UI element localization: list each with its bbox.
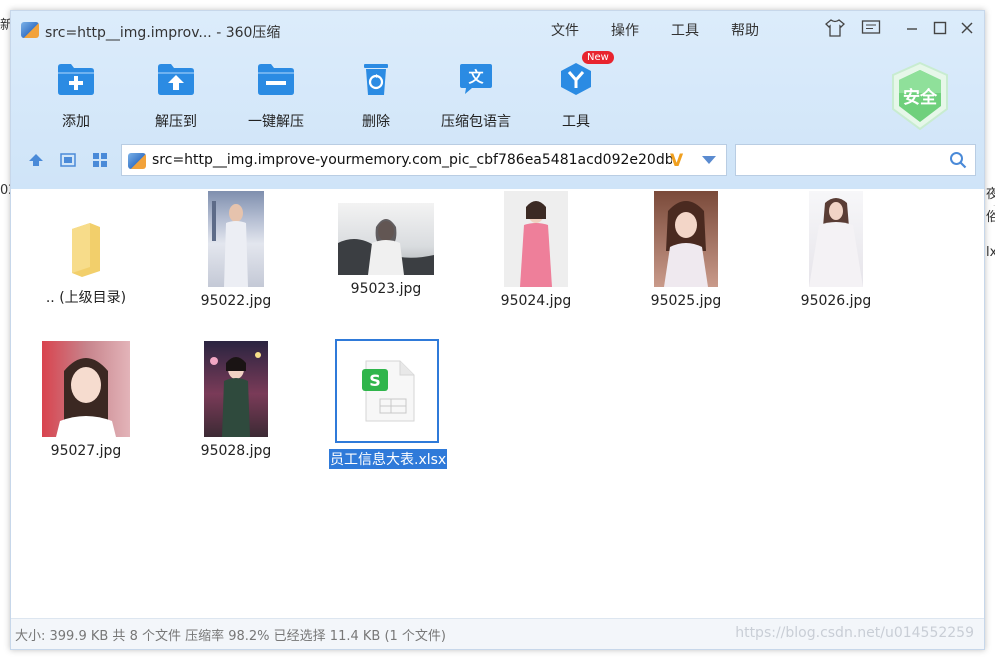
image-thumbnail [338, 203, 434, 275]
image-thumbnail [204, 341, 268, 437]
extract-to-label: 解压到 [155, 114, 197, 130]
archive-language-label: 压缩包语言 [441, 114, 511, 130]
file-item-image[interactable]: 95025.jpg [631, 191, 741, 309]
spreadsheet-file-icon: S [336, 339, 440, 443]
archive-app-icon [21, 22, 39, 38]
menu-file[interactable]: 文件 [551, 20, 579, 40]
file-name: 95025.jpg [650, 293, 722, 309]
image-thumbnail [504, 191, 568, 287]
archive-window: src=http__img.improv... - 360压缩 文件 操作 工具… [10, 10, 985, 650]
file-name: 员工信息大表.xlsx [329, 449, 447, 469]
status-bar: 大小: 399.9 KB 共 8 个文件 压缩率 98.2% 已经选择 11.4… [11, 618, 984, 649]
verified-v-icon: V [670, 151, 684, 171]
navigation-bar: src=http__img.improve-yourmemory.com_pic… [11, 141, 984, 181]
file-name: .. (上级目录) [45, 290, 127, 306]
file-item-image[interactable]: 95026.jpg [781, 191, 891, 309]
file-name: 95022.jpg [200, 293, 272, 309]
file-item-image[interactable]: 95023.jpg [331, 203, 441, 297]
image-thumbnail [208, 191, 264, 287]
file-name: 95024.jpg [500, 293, 572, 309]
svg-text:文: 文 [468, 68, 484, 86]
image-thumbnail [42, 341, 130, 437]
file-name: 95026.jpg [800, 293, 872, 309]
window-header: src=http__img.improv... - 360压缩 文件 操作 工具… [11, 11, 984, 189]
background-window-fragment: lx [986, 245, 995, 260]
archive-language-icon: 文 [456, 61, 496, 97]
tools-label: 工具 [562, 114, 590, 130]
one-click-extract-icon [256, 61, 296, 97]
file-item-spreadsheet[interactable]: S 员工信息大表.xlsx [329, 339, 447, 469]
one-click-extract-label: 一键解压 [248, 114, 304, 130]
svg-text:S: S [369, 371, 381, 390]
image-thumbnail [809, 191, 863, 287]
status-text: 大小: 399.9 KB 共 8 个文件 压缩率 98.2% 已经选择 11.4… [15, 629, 446, 644]
up-arrow-icon[interactable] [27, 151, 45, 169]
file-item-image[interactable]: 95028.jpg [181, 341, 291, 459]
watermark-text: https://blog.csdn.net/u014552259 [735, 625, 974, 641]
file-item-image[interactable]: 95022.jpg [181, 191, 291, 309]
title-bar[interactable]: src=http__img.improv... - 360压缩 文件 操作 工具… [11, 11, 984, 47]
delete-label: 删除 [362, 114, 390, 130]
minimize-icon[interactable] [900, 17, 924, 39]
maximize-icon[interactable] [928, 17, 952, 39]
path-text: src=http__img.improve-yourmemory.com_pic… [152, 152, 672, 168]
image-thumbnail [654, 191, 718, 287]
background-window-fragment: 俗 [986, 206, 995, 225]
menu-help[interactable]: 帮助 [731, 20, 759, 40]
file-name: 95023.jpg [350, 281, 422, 297]
file-name: 95027.jpg [50, 443, 122, 459]
file-item-parent-folder[interactable]: .. (上级目录) [31, 209, 141, 307]
add-folder-icon [56, 61, 96, 97]
security-shield-icon[interactable]: 安全 [889, 61, 951, 131]
folder-icon [66, 209, 106, 281]
search-box[interactable] [735, 144, 976, 176]
archive-file-icon [128, 153, 146, 169]
skin-shirt-icon[interactable] [823, 17, 847, 39]
recycle-bin-icon [356, 61, 396, 97]
feedback-message-icon[interactable] [859, 17, 883, 39]
tools-icon: New [556, 51, 614, 97]
delete-button[interactable]: 删除 [331, 61, 421, 131]
menu-operation[interactable]: 操作 [611, 20, 639, 40]
detail-view-icon[interactable] [59, 151, 77, 169]
search-icon[interactable] [949, 151, 967, 173]
extract-to-button[interactable]: 解压到 [131, 61, 221, 131]
security-label: 安全 [903, 88, 937, 108]
menu-tools[interactable]: 工具 [671, 20, 699, 40]
search-input[interactable] [742, 151, 946, 171]
file-name: 95028.jpg [200, 443, 272, 459]
file-item-image[interactable]: 95027.jpg [31, 341, 141, 459]
grid-view-icon[interactable] [91, 151, 109, 169]
new-badge: New [582, 51, 614, 64]
window-title: src=http__img.improv... - 360压缩 [45, 25, 281, 41]
path-dropdown-icon[interactable] [702, 156, 716, 164]
file-list: .. (上级目录) 95022.jpg 95023.jpg 95024.jpg [11, 189, 984, 621]
extract-to-icon [156, 61, 196, 97]
close-icon[interactable] [955, 17, 979, 39]
add-label: 添加 [62, 114, 90, 130]
file-item-image[interactable]: 95024.jpg [481, 191, 591, 309]
add-button[interactable]: 添加 [31, 61, 121, 131]
path-field[interactable]: src=http__img.improve-yourmemory.com_pic… [121, 144, 727, 176]
tools-button[interactable]: New 工具 [531, 51, 621, 131]
archive-language-button[interactable]: 文 压缩包语言 [431, 61, 521, 131]
one-click-extract-button[interactable]: 一键解压 [231, 61, 321, 131]
